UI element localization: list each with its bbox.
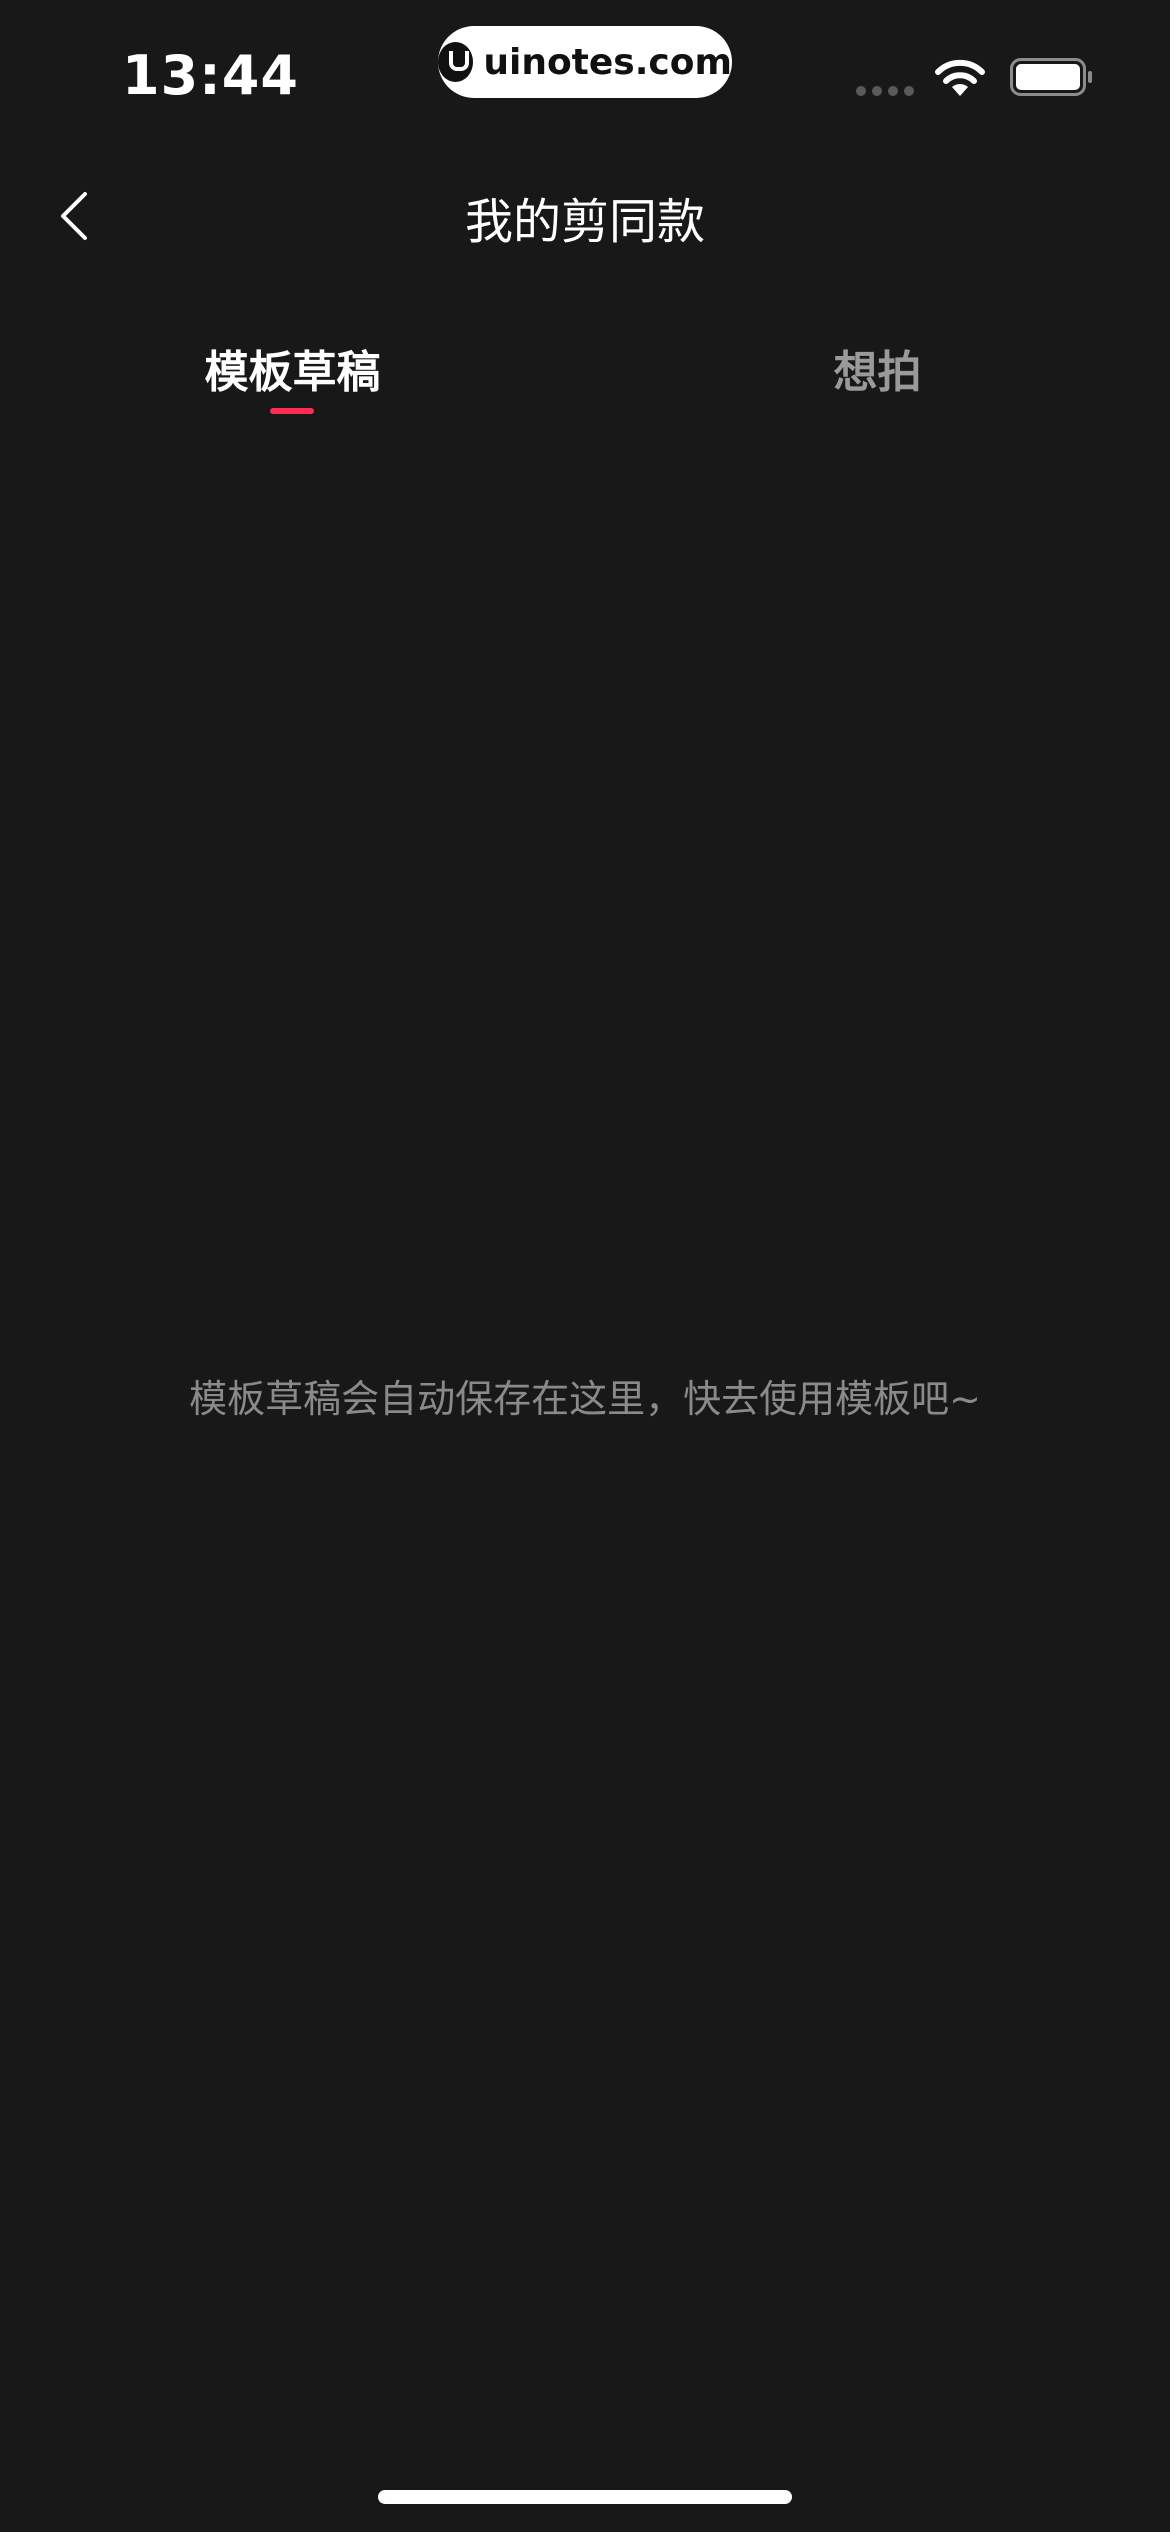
tab-want-to-shoot[interactable]: 想拍 <box>585 336 1170 400</box>
battery-icon <box>1010 58 1092 96</box>
home-indicator[interactable] <box>378 2490 792 2504</box>
watermark-logo-icon <box>438 42 474 82</box>
page-title: 我的剪同款 <box>464 194 705 250</box>
signal-dots-icon <box>856 86 914 96</box>
empty-state-message: 模板草稿会自动保存在这里，快去使用模板吧~ <box>189 1377 981 1421</box>
tab-template-drafts[interactable]: 模板草稿 <box>0 336 585 400</box>
status-bar: 13:44 uinotes.com <box>0 0 1170 150</box>
active-tab-indicator <box>270 408 314 414</box>
watermark-text: uinotes.com <box>483 41 732 83</box>
watermark-badge: uinotes.com <box>438 26 732 98</box>
wifi-icon <box>935 59 985 96</box>
status-time: 13:44 <box>122 44 299 107</box>
